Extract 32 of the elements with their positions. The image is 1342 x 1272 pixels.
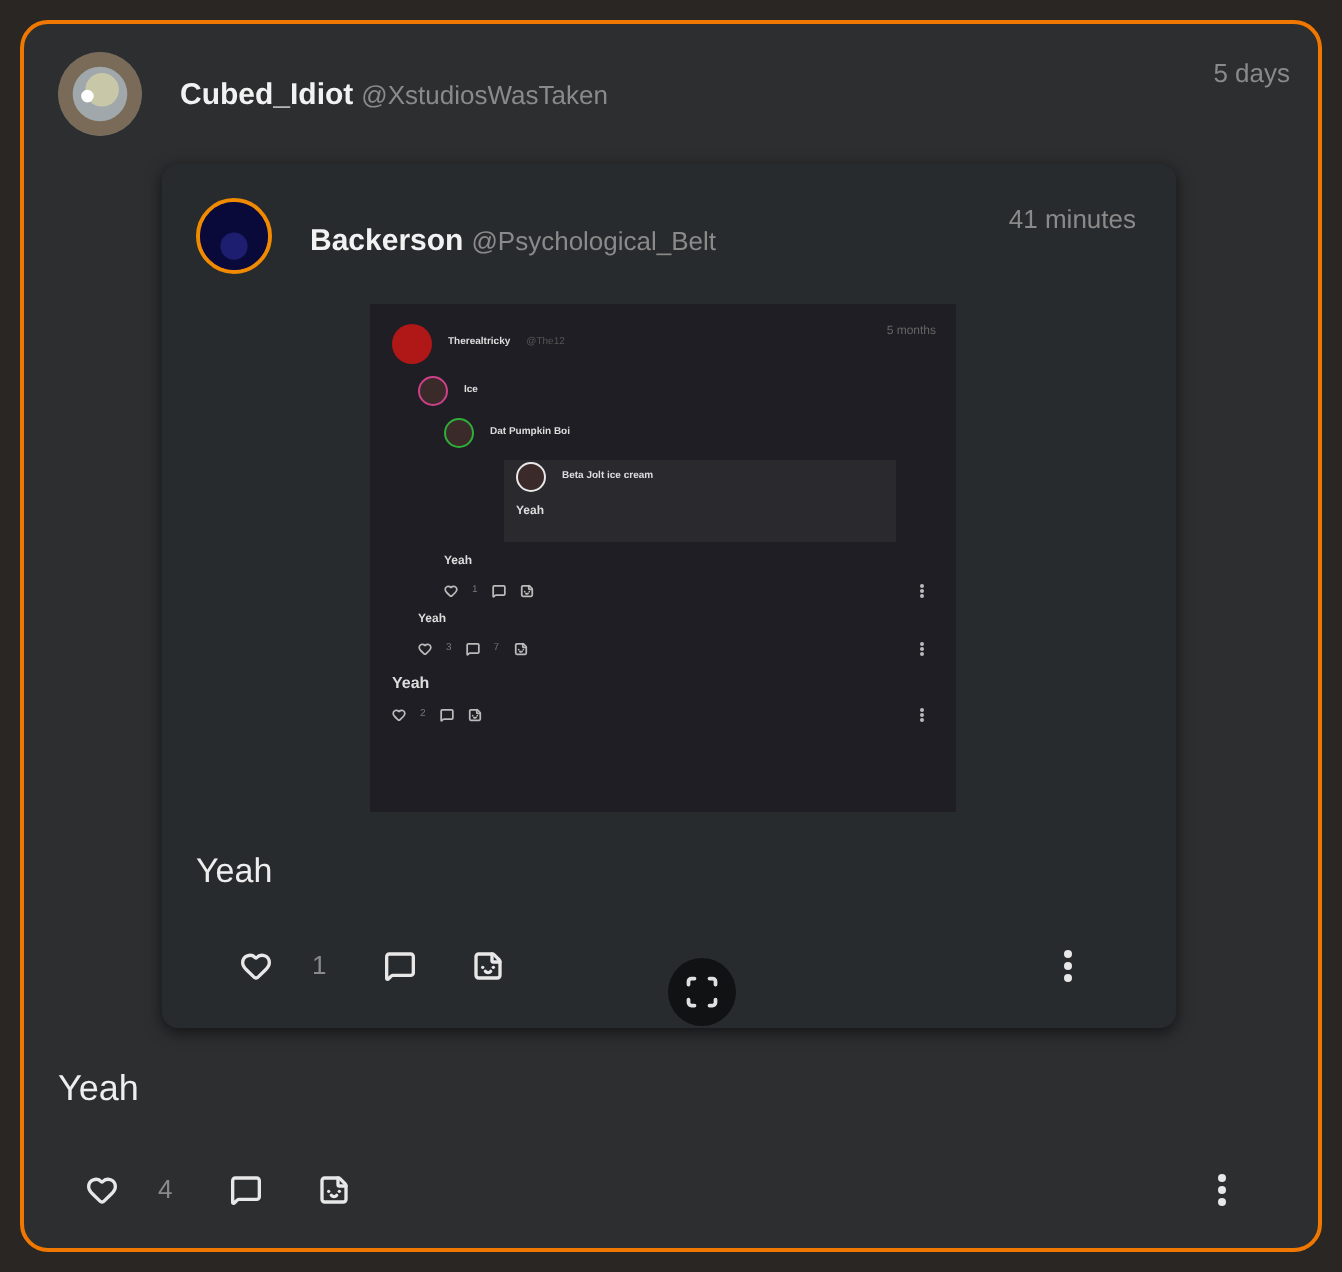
author-name[interactable]: Cubed_Idiot [180, 74, 354, 119]
like-count: 4 [158, 1172, 175, 1209]
comment-icon [384, 949, 416, 981]
heart-icon [86, 1174, 118, 1206]
post-time: 5 days [1213, 56, 1290, 92]
author-handle[interactable]: @XstudiosWasTaken [361, 76, 608, 115]
like-count: 1 [312, 947, 329, 984]
fullscreen-button[interactable] [668, 957, 736, 1025]
sticker-icon[interactable] [513, 641, 528, 656]
more-icon [1064, 949, 1072, 981]
avatar[interactable] [196, 198, 272, 274]
post-text: Yeah [196, 850, 275, 894]
fullscreen-icon [684, 973, 720, 1009]
comment-icon [230, 1174, 262, 1206]
author-name[interactable]: Backerson [310, 220, 464, 265]
heart-icon [240, 949, 272, 981]
sticker-icon [318, 1174, 350, 1206]
more-icon [1218, 1174, 1226, 1206]
sticker-icon[interactable] [467, 708, 482, 723]
like-icon[interactable] [444, 584, 458, 599]
author-handle[interactable]: @Psychological_Belt [471, 222, 717, 261]
comment-icon[interactable] [439, 708, 454, 723]
post-text: Yeah [392, 672, 432, 696]
post-time: 41 minutes [1008, 202, 1136, 238]
like-icon[interactable] [418, 641, 432, 656]
sticker-icon [472, 949, 504, 981]
like-icon[interactable] [392, 708, 406, 723]
post-text: Yeah [58, 1066, 141, 1112]
avatar[interactable] [58, 52, 142, 136]
comment-icon[interactable] [465, 641, 480, 656]
comment-icon[interactable] [491, 584, 506, 599]
sticker-icon[interactable] [519, 584, 534, 599]
